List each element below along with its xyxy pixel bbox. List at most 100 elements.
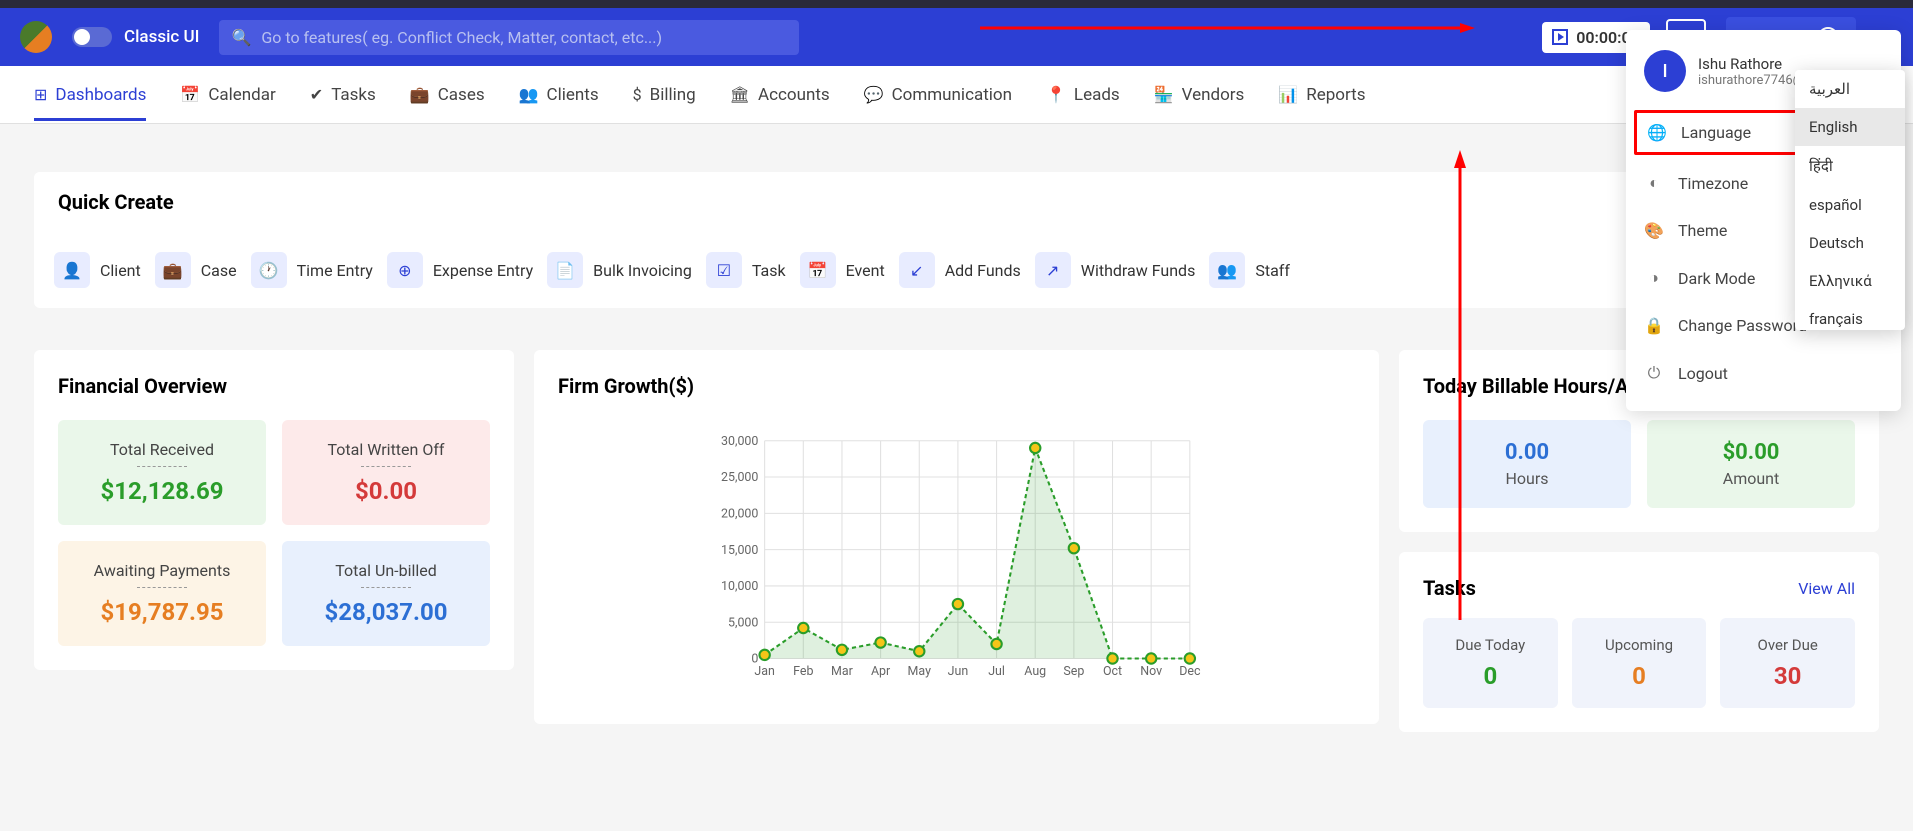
fin-total-received: Total Received$12,128.69 bbox=[58, 420, 266, 525]
communication-icon: 💬 bbox=[864, 85, 884, 104]
qc-icon: ⊕ bbox=[387, 252, 423, 288]
svg-text:Sep: Sep bbox=[1063, 664, 1084, 679]
qc-icon: 🕐 bbox=[251, 252, 287, 288]
svg-text:Feb: Feb bbox=[793, 664, 813, 679]
lang-option[interactable]: हिंदी bbox=[1795, 146, 1905, 186]
svg-text:Nov: Nov bbox=[1140, 664, 1162, 679]
search-box[interactable]: 🔍 bbox=[219, 20, 799, 55]
qc-icon: ↙ bbox=[899, 252, 935, 288]
svg-text:Mar: Mar bbox=[831, 664, 854, 679]
task-over-due: Over Due30 bbox=[1720, 618, 1855, 708]
svg-text:25,000: 25,000 bbox=[721, 470, 758, 485]
qc-case[interactable]: 💼Case bbox=[155, 252, 237, 288]
nav-reports[interactable]: 📊Reports bbox=[1278, 69, 1365, 121]
cases-icon: 💼 bbox=[410, 85, 430, 104]
language-menu: العربيةEnglishहिंदीespañolDeutschΕλληνικ… bbox=[1795, 70, 1905, 330]
lang-option[interactable]: français bbox=[1795, 300, 1905, 330]
qc-staff[interactable]: 👥Staff bbox=[1209, 252, 1290, 288]
svg-text:May: May bbox=[908, 664, 932, 679]
nav-cases[interactable]: 💼Cases bbox=[410, 69, 485, 121]
quick-create-title: Quick Create bbox=[34, 172, 198, 232]
classic-ui-label: Classic UI bbox=[124, 27, 199, 47]
billable-amount-box: $0.00 Amount bbox=[1647, 420, 1855, 508]
nav-tasks[interactable]: ✔Tasks bbox=[310, 69, 376, 121]
lang-option[interactable]: العربية bbox=[1795, 70, 1905, 108]
svg-text:Jul: Jul bbox=[988, 664, 1005, 679]
play-icon bbox=[1552, 29, 1568, 45]
dashboards-icon: ⊞ bbox=[34, 85, 47, 104]
accounts-icon: 🏛 bbox=[730, 85, 750, 104]
tasks-title: Tasks bbox=[1423, 576, 1476, 600]
clock-icon: ◐ bbox=[1644, 173, 1664, 193]
growth-chart: 05,00010,00015,00020,00025,00030,000JanF… bbox=[558, 420, 1355, 700]
lock-icon: 🔒 bbox=[1644, 316, 1664, 335]
qc-task[interactable]: ☑Task bbox=[706, 252, 786, 288]
nav-accounts[interactable]: 🏛Accounts bbox=[730, 69, 830, 121]
growth-title: Firm Growth($) bbox=[558, 374, 1355, 398]
task-due-today: Due Today0 bbox=[1423, 618, 1558, 708]
quick-create-card: Quick Create 👤Client 💼Case 🕐Time Entry ⊕Exp… bbox=[34, 172, 1879, 308]
fin-awaiting-payments: Awaiting Payments$19,787.95 bbox=[58, 541, 266, 646]
qc-bulk-invoicing[interactable]: 📄Bulk Invoicing bbox=[547, 252, 692, 288]
lang-option[interactable]: español bbox=[1795, 186, 1905, 224]
svg-text:Jan: Jan bbox=[754, 664, 775, 679]
globe-icon: 🌐 bbox=[1647, 123, 1667, 142]
classic-ui-toggle[interactable] bbox=[72, 27, 112, 47]
profile-name: Ishu Rathore bbox=[1698, 55, 1804, 73]
reports-icon: 📊 bbox=[1278, 85, 1298, 104]
qc-add-funds[interactable]: ↙Add Funds bbox=[899, 252, 1021, 288]
financial-title: Financial Overview bbox=[58, 374, 490, 398]
svg-text:10,000: 10,000 bbox=[721, 579, 758, 594]
tasks-view-all-link[interactable]: View All bbox=[1798, 579, 1855, 598]
financial-overview-card: Financial Overview Total Received$12,128… bbox=[34, 350, 514, 670]
svg-text:30,000: 30,000 bbox=[721, 434, 758, 449]
nav-leads[interactable]: 📍Leads bbox=[1046, 69, 1120, 121]
search-input[interactable] bbox=[261, 28, 787, 47]
palette-icon: 🎨 bbox=[1644, 221, 1664, 240]
qc-client[interactable]: 👤Client bbox=[54, 252, 141, 288]
svg-text:Oct: Oct bbox=[1103, 664, 1122, 679]
lang-option[interactable]: Deutsch bbox=[1795, 224, 1905, 262]
search-icon: 🔍 bbox=[231, 28, 251, 47]
svg-text:Aug: Aug bbox=[1024, 664, 1046, 679]
nav-clients[interactable]: 👥Clients bbox=[519, 69, 599, 121]
qc-withdraw-funds[interactable]: ↗Withdraw Funds bbox=[1035, 252, 1196, 288]
qc-icon: ☑ bbox=[706, 252, 742, 288]
logo bbox=[20, 21, 52, 53]
fin-total-written-off: Total Written Off$0.00 bbox=[282, 420, 490, 525]
leads-icon: 📍 bbox=[1046, 85, 1066, 104]
svg-text:5,000: 5,000 bbox=[728, 615, 758, 630]
task-upcoming: Upcoming0 bbox=[1572, 618, 1707, 708]
contrast-icon: ◑ bbox=[1644, 268, 1664, 288]
profile-email: ishurathore7746@ bbox=[1698, 73, 1804, 88]
qc-time-entry[interactable]: 🕐Time Entry bbox=[251, 252, 373, 288]
qc-icon: 👥 bbox=[1209, 252, 1245, 288]
firm-growth-card: Firm Growth($) 05,00010,00015,00020,0002… bbox=[534, 350, 1379, 724]
avatar: I bbox=[1644, 50, 1686, 92]
nav-calendar[interactable]: 📅Calendar bbox=[180, 69, 275, 121]
qc-icon: 📄 bbox=[547, 252, 583, 288]
vendors-icon: 🏪 bbox=[1154, 85, 1174, 104]
nav-communication[interactable]: 💬Communication bbox=[864, 69, 1012, 121]
qc-icon: 👤 bbox=[54, 252, 90, 288]
power-icon: ⏻ bbox=[1644, 363, 1664, 383]
nav-billing[interactable]: $Billing bbox=[633, 69, 696, 121]
nav-vendors[interactable]: 🏪Vendors bbox=[1154, 69, 1245, 121]
calendar-icon: 📅 bbox=[180, 85, 200, 104]
nav-dashboards[interactable]: ⊞Dashboards bbox=[34, 69, 146, 121]
qc-icon: 📅 bbox=[800, 252, 836, 288]
tasks-icon: ✔ bbox=[310, 85, 323, 104]
qc-icon: ↗ bbox=[1035, 252, 1071, 288]
lang-option[interactable]: English bbox=[1795, 108, 1905, 146]
fin-total-un-billed: Total Un-billed$28,037.00 bbox=[282, 541, 490, 646]
menu-logout[interactable]: ⏻ Logout bbox=[1626, 349, 1901, 397]
qc-expense-entry[interactable]: ⊕Expense Entry bbox=[387, 252, 533, 288]
svg-text:Jun: Jun bbox=[948, 664, 969, 679]
tasks-card: Tasks View All Due Today0Upcoming0Over D… bbox=[1399, 552, 1879, 732]
clients-icon: 👥 bbox=[519, 85, 539, 104]
billable-hours-box: 0.00 Hours bbox=[1423, 420, 1631, 508]
svg-text:Apr: Apr bbox=[871, 664, 891, 679]
svg-text:Dec: Dec bbox=[1179, 664, 1201, 679]
qc-event[interactable]: 📅Event bbox=[800, 252, 885, 288]
lang-option[interactable]: Ελληνικά bbox=[1795, 262, 1905, 300]
